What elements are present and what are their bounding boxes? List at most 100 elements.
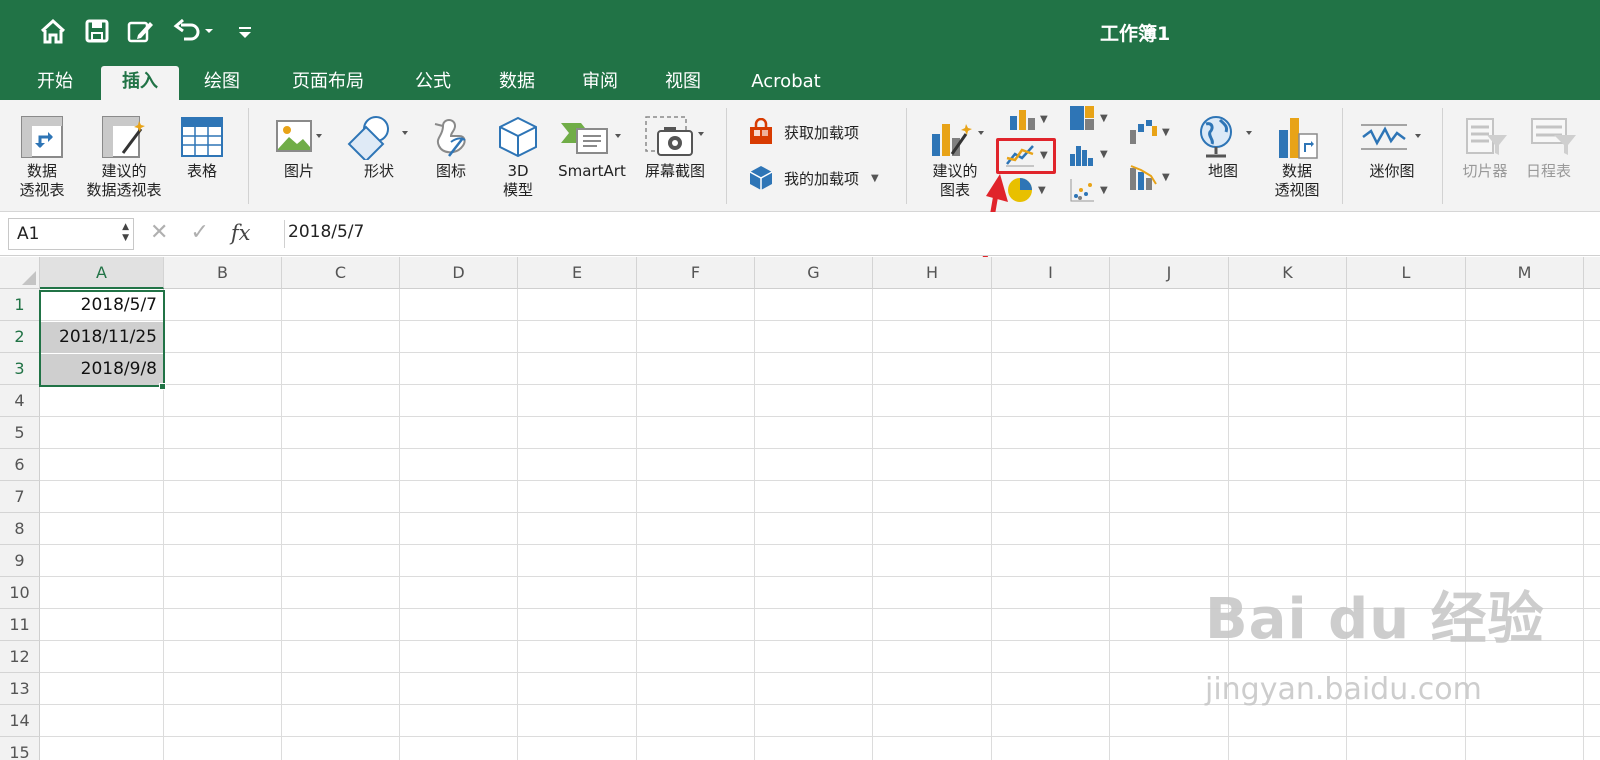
save-button[interactable]	[82, 14, 112, 48]
icons-button[interactable]: 图标	[422, 112, 480, 181]
watermark-logo: Bai du 经验	[1205, 587, 1545, 652]
tab-insert[interactable]: 插入	[101, 66, 179, 100]
fill-handle[interactable]	[159, 383, 166, 390]
ribbon-separator	[726, 108, 727, 204]
grid-line	[40, 736, 1600, 737]
row-header[interactable]: 3	[0, 353, 40, 385]
pie-chart-button[interactable]: ▼	[1006, 176, 1046, 204]
grid-line	[636, 289, 637, 760]
icons-icon	[434, 119, 466, 157]
smartart-button[interactable]: SmartArt	[552, 112, 632, 181]
row-header[interactable]: 2	[0, 321, 40, 353]
row-header[interactable]: 4	[0, 385, 40, 417]
row-header[interactable]: 9	[0, 545, 40, 577]
column-header[interactable]: K	[1229, 257, 1347, 289]
ribbon-separator	[248, 108, 249, 204]
row-header[interactable]: 15	[0, 737, 40, 760]
pivot-table-icon	[21, 116, 63, 158]
map-button[interactable]: 地图	[1190, 112, 1256, 181]
grid-line	[517, 289, 518, 760]
timeline-icon	[1531, 118, 1576, 155]
my-addins-button[interactable]: 我的加载项 ▼	[748, 164, 879, 192]
table-button[interactable]: 表格	[174, 112, 230, 181]
chevron-down-icon: ▼	[1100, 184, 1108, 196]
tab-view[interactable]: 视图	[650, 66, 716, 100]
row-header[interactable]: 14	[0, 705, 40, 737]
quick-access-toolbar	[38, 14, 274, 48]
row-header[interactable]: 8	[0, 513, 40, 545]
column-header[interactable]: I	[992, 257, 1110, 289]
tab-review[interactable]: 审阅	[567, 66, 633, 100]
waterfall-chart-button[interactable]: ▼	[1128, 118, 1170, 146]
tab-page-layout[interactable]: 页面布局	[276, 66, 380, 100]
row-header[interactable]: 7	[0, 481, 40, 513]
home-button[interactable]	[38, 14, 68, 48]
column-chart-button[interactable]: ▼	[1008, 106, 1048, 132]
tab-data[interactable]: 数据	[484, 66, 550, 100]
column-header[interactable]: H	[873, 257, 992, 289]
recommended-pivot-label-2: 数据透视表	[86, 181, 162, 199]
map-label: 地图	[1207, 162, 1238, 180]
column-header[interactable]: J	[1110, 257, 1229, 289]
column-header[interactable]: L	[1347, 257, 1466, 289]
row-header[interactable]: 1	[0, 289, 40, 321]
tab-formulas[interactable]: 公式	[400, 66, 466, 100]
3d-models-label-1: 3D	[507, 162, 529, 180]
chevron-down-icon: ▼	[1100, 148, 1108, 160]
get-addins-button[interactable]: 获取加载项	[748, 118, 859, 146]
globe-icon	[1200, 116, 1252, 158]
column-header[interactable]: M	[1466, 257, 1584, 289]
screenshot-button[interactable]: 屏幕截图	[636, 112, 714, 181]
column-header[interactable]: G	[755, 257, 873, 289]
formula-divider	[284, 220, 285, 248]
slicer-button[interactable]: 切片器	[1452, 112, 1518, 181]
recommended-pivot-button[interactable]: 建议的 数据透视表	[80, 112, 168, 200]
column-header[interactable]: A	[40, 257, 164, 289]
hierarchy-chart-button[interactable]: ▼	[1068, 104, 1108, 132]
timeline-button[interactable]: 日程表	[1522, 112, 1598, 181]
grid-line	[754, 289, 755, 760]
formula-input[interactable]: 2018/5/7	[288, 222, 364, 242]
sparklines-button[interactable]: 迷你图	[1352, 112, 1432, 181]
undo-button[interactable]	[170, 14, 216, 48]
row-header[interactable]: 11	[0, 609, 40, 641]
pivot-table-button[interactable]: 数据 透视表	[10, 112, 74, 200]
column-header[interactable]: C	[282, 257, 400, 289]
row-header[interactable]: 13	[0, 673, 40, 705]
select-all-button[interactable]	[0, 257, 40, 289]
row-header[interactable]: 6	[0, 449, 40, 481]
pictures-button[interactable]: 图片	[262, 112, 336, 181]
confirm-icon[interactable]: ✓	[190, 220, 208, 245]
3d-models-button[interactable]: 3D 模型	[490, 112, 546, 200]
grid-line	[40, 416, 1600, 417]
name-box-stepper[interactable]: ▲ ▼	[122, 222, 129, 244]
shapes-icon	[347, 116, 408, 160]
cancel-icon[interactable]: ✕	[150, 220, 168, 245]
column-header[interactable]	[1584, 257, 1600, 289]
grid-line	[40, 320, 1600, 321]
pivot-chart-button[interactable]: 数据 透视图	[1262, 112, 1332, 200]
customize-qat-button[interactable]	[230, 14, 260, 48]
column-header[interactable]: B	[164, 257, 282, 289]
chevron-down-icon: ▼	[1100, 112, 1108, 124]
row-header[interactable]: 12	[0, 641, 40, 673]
edit-button[interactable]	[126, 14, 156, 48]
insert-function-icon[interactable]: fx	[231, 221, 251, 245]
row-header[interactable]: 10	[0, 577, 40, 609]
column-header[interactable]: D	[400, 257, 518, 289]
combo-chart-button[interactable]: ▼	[1128, 162, 1170, 192]
timeline-label: 日程表	[1526, 162, 1572, 180]
row-header[interactable]: 5	[0, 417, 40, 449]
tab-draw[interactable]: 绘图	[190, 66, 254, 100]
column-header[interactable]: E	[518, 257, 637, 289]
chevron-down-icon: ▼	[871, 172, 879, 184]
addins-cube-icon	[749, 166, 773, 190]
name-box-value: A1	[17, 224, 40, 244]
tab-acrobat[interactable]: Acrobat	[736, 66, 836, 100]
name-box[interactable]: A1 ▲ ▼	[8, 218, 134, 250]
shapes-button[interactable]: 形状	[344, 112, 414, 181]
column-header[interactable]: F	[637, 257, 755, 289]
statistic-chart-button[interactable]: ▼	[1068, 140, 1108, 168]
tab-home[interactable]: 开始	[22, 66, 88, 100]
scatter-chart-button[interactable]: ▼	[1068, 176, 1108, 204]
